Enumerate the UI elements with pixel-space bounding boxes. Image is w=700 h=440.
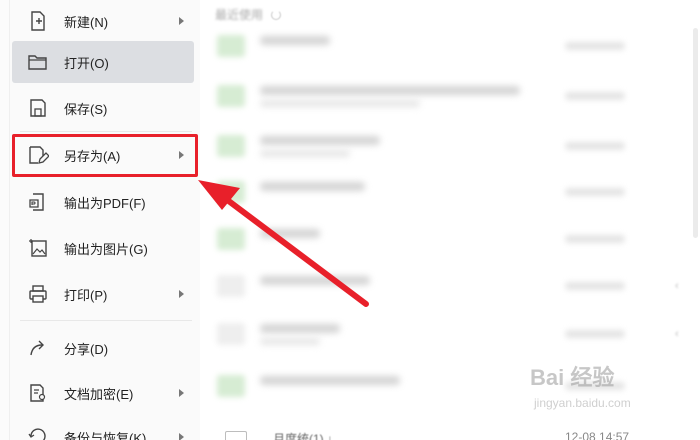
file-name-blurred bbox=[260, 136, 380, 145]
file-date-blurred bbox=[565, 330, 625, 338]
file-path-blurred bbox=[260, 100, 420, 107]
file-date-blurred bbox=[565, 42, 625, 50]
menu-item-print[interactable]: 打印(P) bbox=[12, 273, 194, 315]
menu-item-save-as[interactable]: 另存为(A) bbox=[12, 134, 194, 176]
scrollbar[interactable] bbox=[693, 28, 698, 238]
menu-item-label: 打开(O) bbox=[64, 55, 109, 71]
encrypt-icon bbox=[26, 381, 50, 405]
file-name-blurred bbox=[260, 182, 365, 191]
submenu-arrow-icon bbox=[179, 17, 184, 25]
recent-file-row[interactable]: 月度统(1) ↓ 12-08 14:57 bbox=[205, 422, 700, 440]
file-name-blurred bbox=[260, 86, 520, 95]
file-name: 月度统(1) ↓ bbox=[273, 432, 334, 440]
recent-file-row[interactable]: ‹ bbox=[205, 310, 685, 358]
folder-open-icon bbox=[26, 50, 50, 74]
submenu-arrow-icon bbox=[179, 151, 184, 159]
print-icon bbox=[26, 282, 50, 306]
menu-item-label: 新建(N) bbox=[64, 14, 109, 30]
file-icon bbox=[217, 275, 245, 297]
file-icon bbox=[217, 85, 245, 107]
pin-icon[interactable]: ‹ bbox=[675, 328, 679, 340]
menu-item-label: 输出为PDF(F) bbox=[64, 195, 146, 211]
menu-item-export-image[interactable]: 输出为图片(G) bbox=[12, 227, 194, 269]
file-path-blurred bbox=[260, 338, 320, 345]
image-export-icon bbox=[26, 236, 50, 260]
file-icon bbox=[217, 35, 245, 57]
file-name-blurred bbox=[260, 276, 370, 285]
share-icon bbox=[26, 336, 50, 360]
submenu-arrow-icon bbox=[179, 389, 184, 397]
recent-file-row[interactable] bbox=[205, 122, 685, 170]
file-icon bbox=[217, 135, 245, 157]
recent-files-panel: 最近使用 ‹ ‹ 月度统(1) ↓ 12-08 14:57 bbox=[205, 0, 700, 440]
file-icon bbox=[217, 375, 245, 397]
file-name-blurred bbox=[260, 376, 400, 385]
file-name-blurred bbox=[260, 229, 320, 238]
menu-item-backup[interactable]: 备份与恢复(K) bbox=[12, 416, 194, 440]
file-date-blurred bbox=[565, 382, 625, 390]
file-menu: 新建(N) 打开(O) 保存(S) 另存为(A) 输出为PDF(F) 输出为图片… bbox=[10, 0, 200, 440]
backup-icon bbox=[26, 425, 50, 440]
save-as-icon bbox=[26, 143, 50, 167]
file-path-blurred bbox=[260, 150, 350, 157]
file-date-blurred bbox=[565, 282, 625, 290]
menu-item-label: 文档加密(E) bbox=[64, 386, 134, 402]
file-icon bbox=[225, 431, 247, 440]
submenu-arrow-icon bbox=[179, 433, 184, 440]
recent-title: 最近使用 bbox=[215, 8, 264, 22]
menu-item-label: 备份与恢复(K) bbox=[64, 430, 147, 440]
menu-item-open[interactable]: 打开(O) bbox=[12, 41, 194, 83]
menu-item-label: 打印(P) bbox=[64, 287, 108, 303]
new-file-icon bbox=[26, 9, 50, 33]
menu-divider bbox=[20, 320, 192, 321]
recent-file-row[interactable] bbox=[205, 168, 685, 216]
file-date-blurred bbox=[565, 92, 625, 100]
file-date-blurred bbox=[565, 235, 625, 243]
menu-item-export-pdf[interactable]: 输出为PDF(F) bbox=[12, 181, 194, 223]
pdf-export-icon bbox=[26, 190, 50, 214]
recent-file-row[interactable] bbox=[205, 362, 685, 410]
file-name-blurred bbox=[260, 36, 330, 45]
file-date: 12-08 14:57 bbox=[565, 430, 630, 440]
menu-divider bbox=[20, 131, 192, 132]
menu-item-label: 输出为图片(G) bbox=[64, 241, 148, 257]
menu-item-label: 保存(S) bbox=[64, 101, 108, 117]
document-edge bbox=[0, 0, 10, 440]
menu-item-save[interactable]: 保存(S) bbox=[12, 87, 194, 129]
pin-icon[interactable]: ‹ bbox=[675, 280, 679, 292]
recent-file-row[interactable] bbox=[205, 72, 685, 120]
menu-item-label: 另存为(A) bbox=[64, 148, 121, 164]
submenu-arrow-icon bbox=[179, 290, 184, 298]
menu-item-share[interactable]: 分享(D) bbox=[12, 327, 194, 369]
recent-file-row[interactable] bbox=[205, 215, 685, 263]
file-icon bbox=[217, 228, 245, 250]
file-name-blurred bbox=[260, 324, 340, 333]
menu-item-new[interactable]: 新建(N) bbox=[12, 0, 194, 42]
menu-item-label: 分享(D) bbox=[64, 341, 109, 357]
refresh-icon[interactable] bbox=[271, 9, 282, 20]
save-icon bbox=[26, 96, 50, 120]
file-icon bbox=[217, 323, 245, 345]
recent-file-row[interactable] bbox=[205, 22, 685, 70]
file-date-blurred bbox=[565, 188, 625, 196]
menu-item-encrypt[interactable]: 文档加密(E) bbox=[12, 372, 194, 414]
recent-file-row[interactable]: ‹ bbox=[205, 262, 685, 310]
file-icon bbox=[217, 181, 245, 203]
recent-header: 最近使用 bbox=[215, 6, 282, 23]
file-date-blurred bbox=[565, 142, 625, 150]
